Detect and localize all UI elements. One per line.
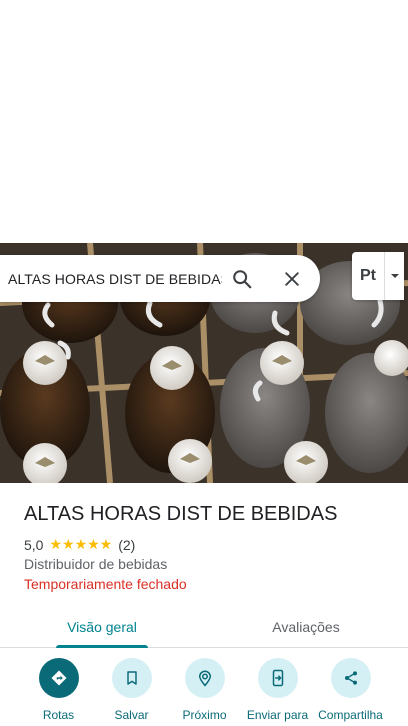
map-area[interactable] (0, 0, 408, 243)
translate-button[interactable]: Pt (352, 252, 404, 300)
send-to-phone-icon (257, 658, 298, 698)
search-icon[interactable] (222, 259, 262, 299)
save-label: Salvar (114, 708, 149, 722)
nearby-label: Próximo (182, 708, 227, 722)
tab-reviews[interactable]: Avaliações (204, 606, 408, 647)
action-bar: Rotas Salvar Próximo Enviar para Compart… (0, 658, 408, 726)
language-label: Pt (360, 267, 376, 284)
bookmark-icon (111, 658, 152, 698)
save-button[interactable]: Salvar (95, 658, 168, 726)
share-label: Compartilha (318, 708, 383, 722)
nearby-icon (184, 658, 225, 698)
tab-overview[interactable]: Visão geral (0, 606, 204, 648)
star-rating-icon: ★★★★★ (49, 536, 113, 552)
chevron-down-icon[interactable] (385, 272, 404, 280)
directions-icon (38, 658, 79, 698)
send-to-phone-button[interactable]: Enviar para (241, 658, 314, 726)
send-to-phone-label: Enviar para (246, 708, 309, 722)
place-category[interactable]: Distribuidor de bebidas (24, 556, 167, 572)
rating-value: 5,0 (24, 536, 44, 553)
search-bar[interactable]: ALTAS HORAS DIST DE BEBIDAS (0, 255, 320, 302)
place-title: ALTAS HORAS DIST DE BEBIDAS (24, 503, 338, 525)
directions-label: Rotas (42, 708, 75, 722)
tab-bar: Visão geral Avaliações (0, 606, 408, 648)
review-count[interactable]: (2) (118, 537, 135, 553)
nearby-button[interactable]: Próximo (168, 658, 241, 726)
place-page: ALTAS HORAS DIST DE BEBIDAS Pt ALTAS HOR… (0, 0, 408, 726)
share-button[interactable]: Compartilha (314, 658, 387, 726)
open-status: Temporariamente fechado (24, 576, 187, 592)
rating-row[interactable]: 5,0 ★★★★★ (2) (24, 536, 135, 553)
close-icon[interactable] (272, 259, 312, 299)
directions-button[interactable]: Rotas (22, 658, 95, 726)
search-input[interactable]: ALTAS HORAS DIST DE BEBIDAS (0, 271, 222, 287)
share-icon (330, 658, 371, 698)
